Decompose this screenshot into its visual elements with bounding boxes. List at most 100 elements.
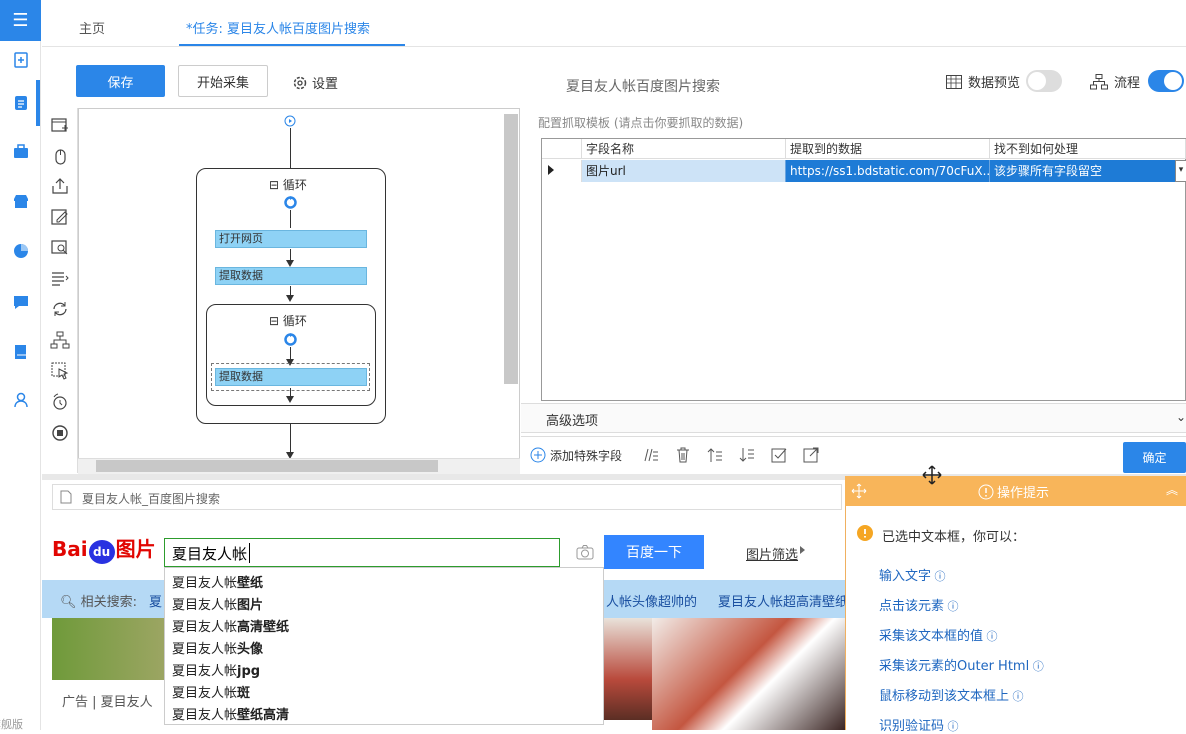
condition-tool-icon[interactable] bbox=[50, 330, 70, 350]
suggestion-prefix: 夏目友人帐 bbox=[172, 576, 238, 591]
search-suggestion-item[interactable]: 夏目友人帐斑 bbox=[172, 682, 250, 701]
move-icon[interactable] bbox=[851, 483, 867, 499]
tip-action-link[interactable]: 点击该元素 ⓘ bbox=[879, 595, 959, 614]
related-search-label: 🔍︎ 相关搜索: bbox=[60, 591, 137, 610]
extract-tool-icon[interactable] bbox=[50, 176, 70, 196]
captcha-tool-icon[interactable] bbox=[50, 238, 70, 258]
search-suggestion-item[interactable]: 夏目友人帐头像 bbox=[172, 638, 263, 657]
search-suggestion-item[interactable]: 夏目友人帐壁纸高清 bbox=[172, 704, 289, 723]
advanced-options-label: 高级选项 bbox=[546, 414, 599, 429]
export-icon[interactable] bbox=[802, 446, 820, 464]
flow-toggle[interactable] bbox=[1148, 70, 1184, 92]
trash-icon[interactable] bbox=[674, 446, 692, 464]
flowchart-icon bbox=[1090, 73, 1108, 89]
menu-icon[interactable]: ☰ bbox=[0, 0, 41, 41]
operation-tip-header[interactable]: 操作提示 ︽ bbox=[845, 476, 1186, 506]
store-icon[interactable] bbox=[0, 186, 41, 216]
gear-icon bbox=[293, 76, 307, 89]
operation-tip-title: 操作提示 bbox=[997, 486, 1050, 501]
search-suggestion-item[interactable]: 夏目友人帐图片 bbox=[172, 594, 263, 613]
result-image-2[interactable] bbox=[604, 618, 652, 720]
row-indicator[interactable] bbox=[542, 160, 582, 182]
help-icon[interactable]: ⓘ bbox=[983, 630, 998, 643]
chevron-down-icon[interactable]: ⌄ bbox=[1176, 410, 1186, 424]
logo-paw: du bbox=[88, 540, 115, 564]
camera-icon[interactable] bbox=[576, 544, 594, 560]
help-icon[interactable]: ⓘ bbox=[1009, 690, 1024, 703]
new-task-icon[interactable] bbox=[0, 45, 41, 75]
tip-action-label: 采集该文本框的值 bbox=[879, 629, 984, 644]
tip-action-link[interactable]: 采集该元素的Outer Html ⓘ bbox=[879, 655, 1044, 674]
help-icon[interactable]: ⓘ bbox=[931, 570, 946, 583]
tab-task[interactable]: *任务: 夏目友人帐百度图片搜索 bbox=[186, 18, 370, 37]
loop-outer-label: 循环 bbox=[282, 178, 307, 192]
settings-label: 设置 bbox=[312, 77, 339, 92]
search-suggestion-item[interactable]: 夏目友人帐高清壁纸 bbox=[172, 616, 289, 635]
loop-tool-icon[interactable] bbox=[50, 299, 70, 319]
step-extract-data[interactable]: 提取数据 bbox=[215, 267, 367, 285]
search-suggestion-item[interactable]: 夏目友人帐jpg bbox=[172, 660, 260, 679]
alert-circle-icon bbox=[978, 484, 994, 499]
help-icon[interactable]: ⓘ bbox=[1029, 660, 1044, 673]
panel-divider bbox=[521, 436, 1186, 437]
tip-action-link[interactable]: 输入文字 ⓘ bbox=[879, 565, 946, 584]
switch-dropdown-tool-icon[interactable] bbox=[50, 268, 70, 288]
cell-handling[interactable]: 该步骤所有字段留空 bbox=[990, 160, 1176, 182]
step-extract-data-inner[interactable]: 提取数据 bbox=[215, 368, 367, 386]
tip-action-link[interactable]: 鼠标移动到该文本框上 ⓘ bbox=[879, 685, 1024, 704]
settings-button[interactable]: 设置 bbox=[292, 73, 338, 92]
checkbox-edit-icon[interactable] bbox=[770, 446, 788, 464]
save-button[interactable]: 保存 bbox=[76, 65, 165, 97]
help-icon[interactable]: ⓘ bbox=[944, 600, 959, 613]
pie-chart-icon[interactable] bbox=[0, 236, 41, 266]
help-icon[interactable]: ⓘ bbox=[944, 720, 959, 733]
open-page-tool-icon[interactable] bbox=[50, 116, 70, 136]
data-preview-toggle[interactable] bbox=[1026, 70, 1062, 92]
canvas-vertical-scrollbar[interactable] bbox=[504, 114, 518, 384]
tab-home[interactable]: 主页 bbox=[79, 18, 105, 37]
briefcase-icon[interactable] bbox=[0, 137, 41, 167]
cell-field-name[interactable]: 图片url bbox=[582, 160, 786, 182]
left-nav: ☰ bbox=[0, 0, 41, 730]
move-up-icon[interactable] bbox=[706, 446, 724, 464]
move-down-icon[interactable] bbox=[738, 446, 756, 464]
image-filter-link[interactable]: 图片筛选 bbox=[746, 544, 798, 563]
browser-page-title: 夏目友人帐_百度图片搜索 bbox=[82, 492, 221, 506]
add-special-field-button[interactable]: 添加特殊字段 bbox=[530, 447, 622, 464]
stop-tool-icon[interactable] bbox=[50, 423, 70, 443]
logo-bai: Bai bbox=[52, 537, 88, 561]
ok-button[interactable]: 确定 bbox=[1123, 442, 1186, 473]
tip-action-link[interactable]: 识别验证码 ⓘ bbox=[879, 715, 959, 734]
related-link-3[interactable]: 夏目友人帐超高清壁纸 bbox=[718, 591, 848, 610]
chat-icon[interactable] bbox=[0, 287, 41, 317]
baidu-logo[interactable]: Bai du 图片 bbox=[52, 533, 156, 564]
task-title: 夏目友人帐百度图片搜索 bbox=[566, 79, 720, 95]
suggestion-prefix: 夏目友人帐 bbox=[172, 620, 238, 635]
advanced-options-bar[interactable] bbox=[521, 403, 1186, 433]
user-icon[interactable] bbox=[0, 385, 41, 415]
task-list-icon[interactable] bbox=[0, 88, 41, 118]
baidu-search-button[interactable]: 百度一下 bbox=[604, 535, 704, 569]
search-icon: 🔍︎ bbox=[60, 595, 77, 610]
tip-action-label: 鼠标移动到该文本框上 bbox=[879, 689, 1010, 704]
start-node-icon bbox=[284, 115, 296, 127]
plus-circle-icon bbox=[530, 447, 546, 463]
mouse-hover-tool-icon[interactable] bbox=[50, 361, 70, 381]
canvas-horizontal-scroll-thumb[interactable] bbox=[96, 460, 438, 472]
wait-tool-icon[interactable] bbox=[50, 392, 70, 412]
cell-extracted-data[interactable]: https://ss1.bdstatic.com/70cFuX... bbox=[786, 160, 990, 182]
handling-dropdown-arrow-icon[interactable]: ▾ bbox=[1175, 160, 1186, 182]
input-text-tool-icon[interactable] bbox=[50, 207, 70, 227]
start-collect-button[interactable]: 开始采集 bbox=[178, 65, 268, 97]
related-link-1[interactable]: 夏 bbox=[149, 591, 162, 610]
search-suggestion-item[interactable]: 夏目友人帐壁纸 bbox=[172, 572, 263, 591]
tip-action-link[interactable]: 采集该文本框的值 ⓘ bbox=[879, 625, 998, 644]
flow-canvas[interactable]: ⊟ 循环 打开网页 提取数据 ⊟ 循环 提取数据 bbox=[78, 108, 520, 473]
book-icon[interactable] bbox=[0, 337, 41, 367]
step-open-page[interactable]: 打开网页 bbox=[215, 230, 367, 248]
collapse-icon[interactable]: ︽ bbox=[1166, 481, 1178, 498]
related-link-2[interactable]: 人帐头像超帅的 bbox=[606, 591, 697, 610]
click-tool-icon[interactable] bbox=[50, 146, 70, 166]
result-image-3[interactable] bbox=[652, 618, 845, 730]
rename-field-icon[interactable] bbox=[642, 446, 660, 464]
